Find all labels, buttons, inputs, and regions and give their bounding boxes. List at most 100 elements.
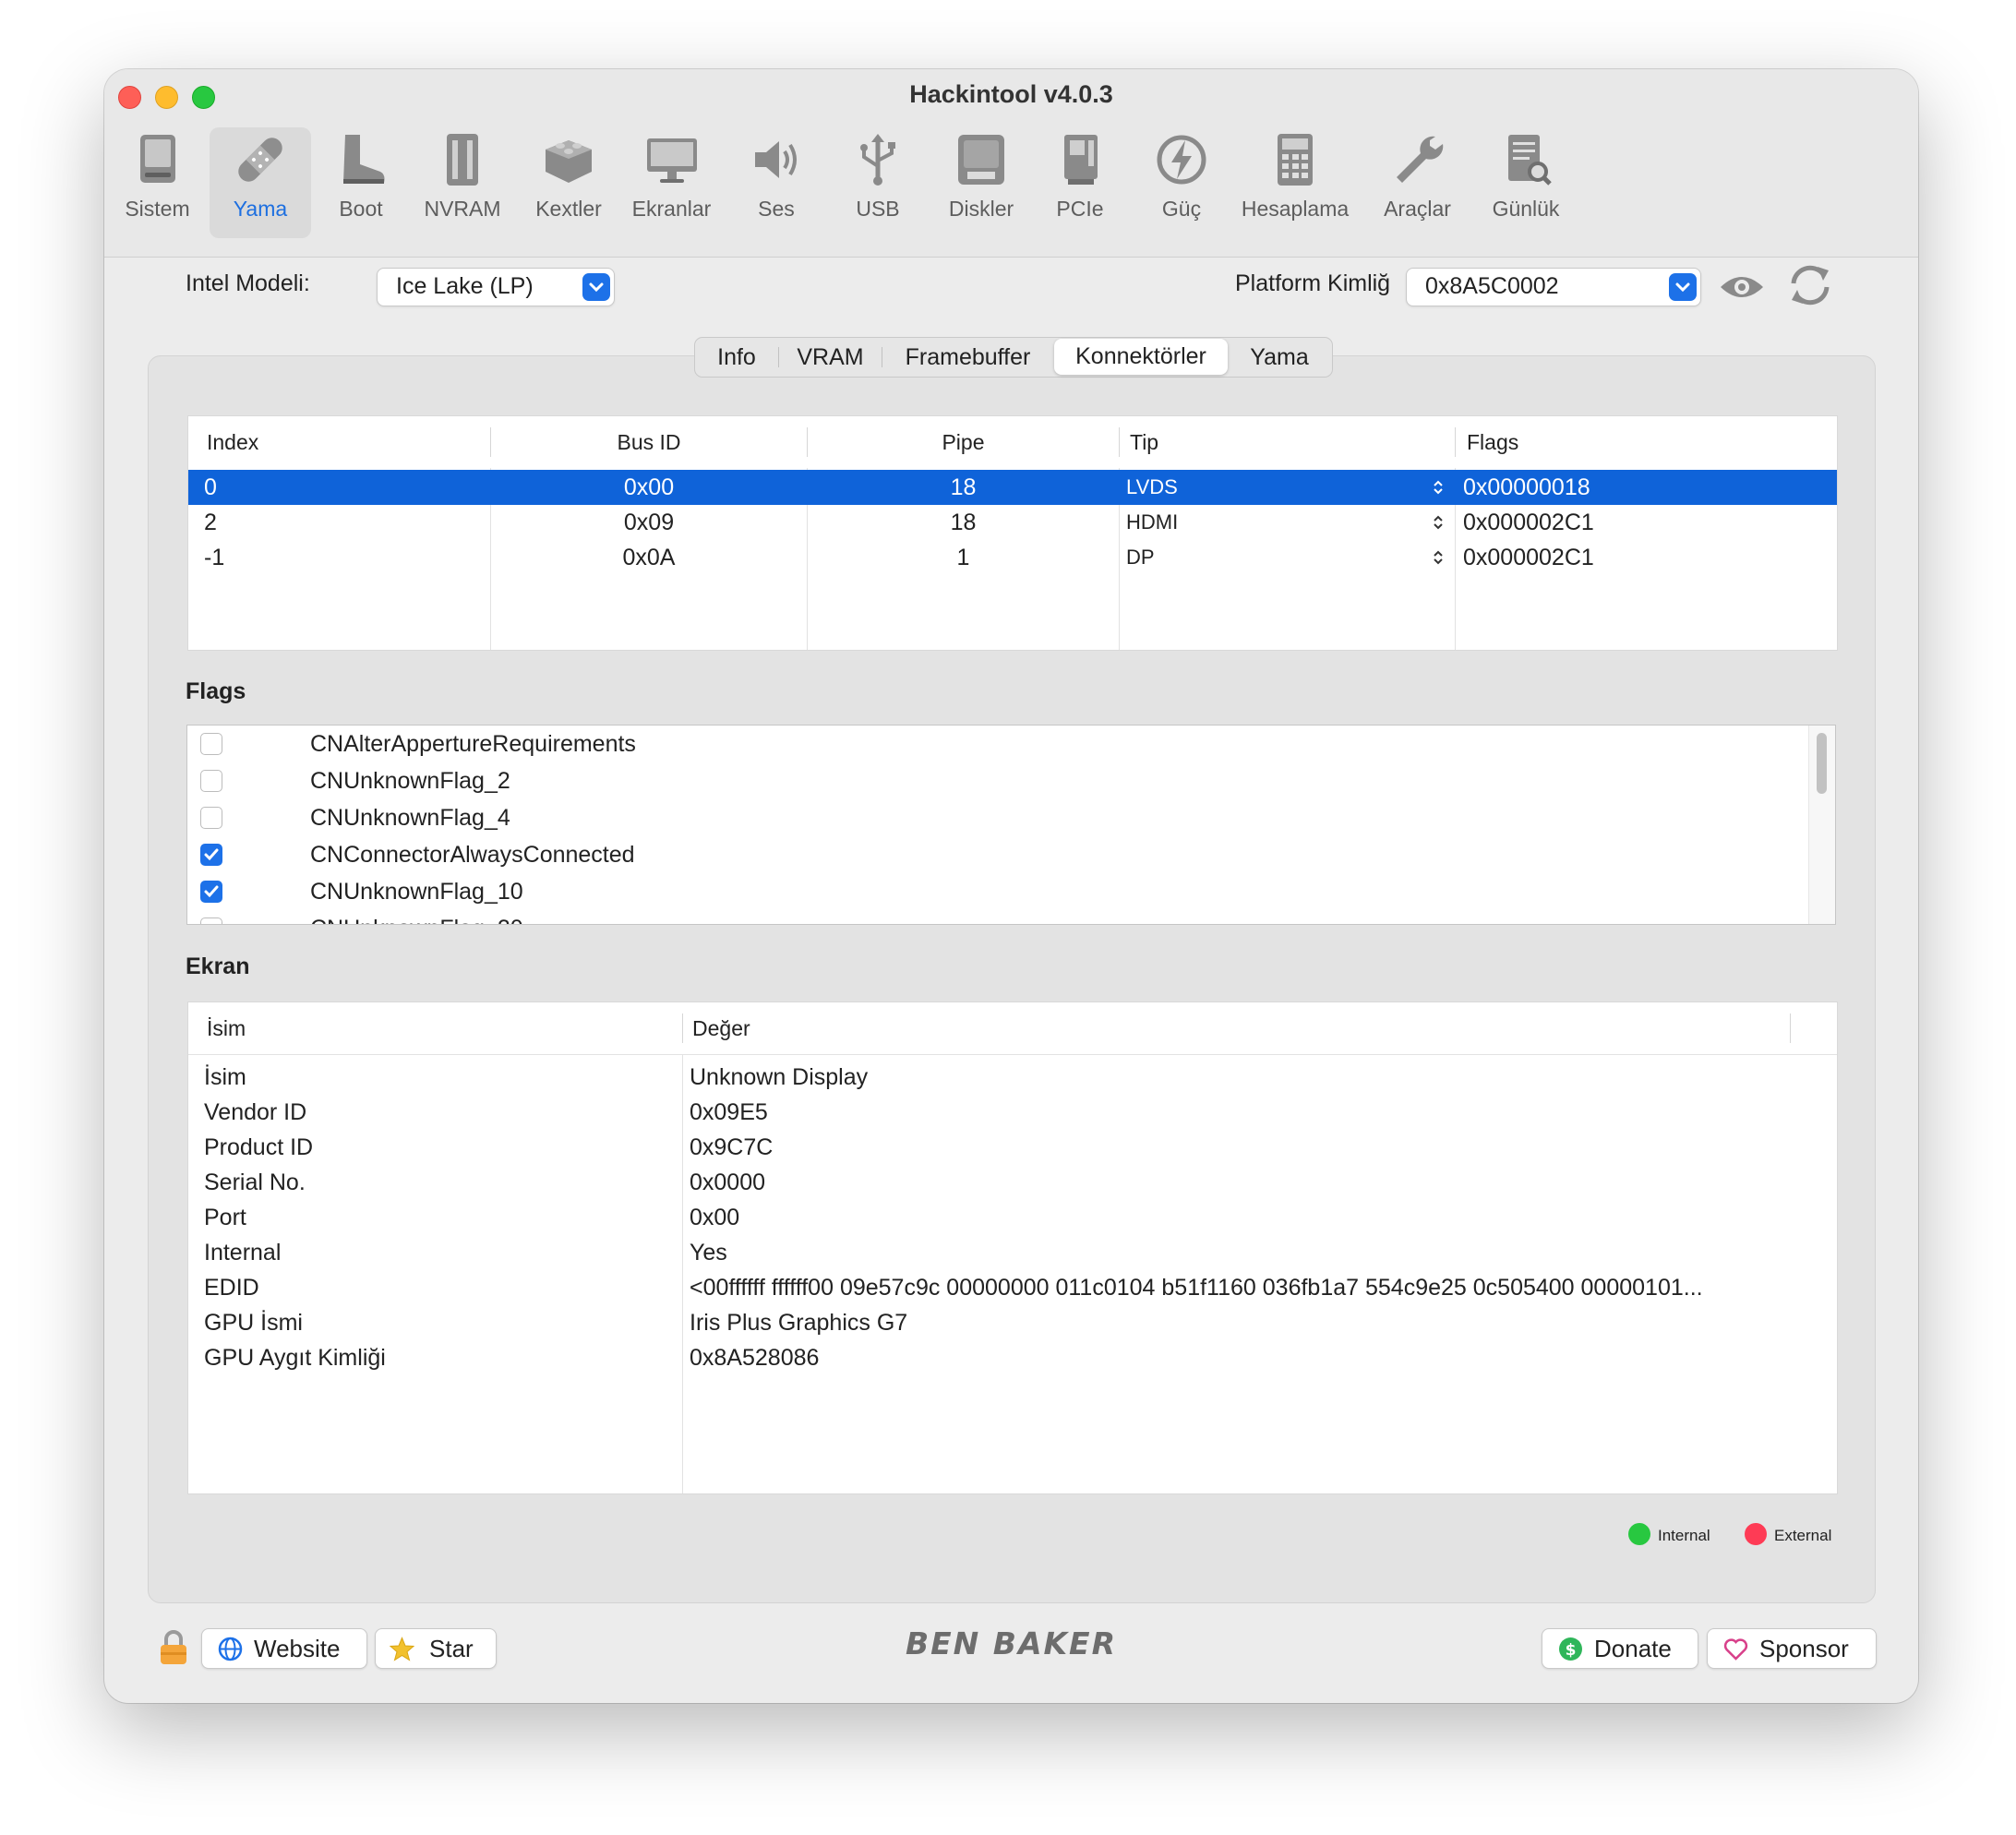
platform-id-select[interactable]: 0x8A5C0002 — [1406, 268, 1701, 306]
usb-icon — [860, 134, 895, 186]
flag-checkbox[interactable] — [200, 918, 222, 924]
column-header-tip[interactable]: Tip — [1130, 416, 1158, 468]
table-row[interactable]: 2 0x09 18 HDMI 0x000002C1 — [188, 505, 1837, 540]
table-row[interactable]: EDID <00ffffff ffffff00 09e57c9c 0000000… — [188, 1270, 1837, 1305]
list-item[interactable]: CNConnectorAlwaysConnected — [187, 836, 1803, 873]
wrench-icon — [1396, 136, 1443, 183]
toolbar-item-usb[interactable]: USB — [832, 127, 924, 238]
intel-model-value: Ice Lake (LP) — [396, 273, 534, 299]
column-header-value[interactable]: Değer — [692, 1002, 750, 1054]
title-bar: Hackintool v4.0.3 Sistem Yama Boot NVRAM… — [104, 69, 1918, 258]
column-header-index[interactable]: Index — [207, 416, 258, 468]
toolbar-item-gunluk[interactable]: Günlük — [1475, 127, 1577, 238]
connector-type-select[interactable]: DP — [1126, 540, 1155, 575]
toolbar: Sistem Yama Boot NVRAM Kextler Ekranlar … — [104, 120, 1918, 249]
toolbar-item-boot[interactable]: Boot — [315, 127, 407, 238]
flag-checkbox[interactable] — [200, 844, 222, 866]
eye-icon[interactable] — [1718, 270, 1766, 304]
toolbar-item-diskler[interactable]: Diskler — [930, 127, 1032, 238]
table-row[interactable]: Product ID 0x9C7C — [188, 1130, 1837, 1165]
table-row[interactable]: İsim Unknown Display — [188, 1060, 1837, 1095]
table-row[interactable]: 0 0x00 18 LVDS 0x00000018 — [188, 470, 1837, 505]
flags-scrollbar[interactable] — [1808, 726, 1835, 924]
column-header-pipe[interactable]: Pipe — [808, 416, 1119, 468]
table-row[interactable]: Internal Yes — [188, 1235, 1837, 1270]
connector-type-select[interactable]: HDMI — [1126, 505, 1178, 540]
tab-yama[interactable]: Yama — [1229, 338, 1330, 377]
connector-type-select[interactable]: LVDS — [1126, 470, 1178, 505]
platform-id-label: Platform Kimliğ — [1235, 270, 1391, 296]
internal-legend-dot — [1628, 1523, 1650, 1545]
sponsor-button[interactable]: Sponsor — [1707, 1628, 1877, 1669]
table-row[interactable]: Vendor ID 0x09E5 — [188, 1095, 1837, 1130]
updown-chevron-icon — [1434, 550, 1443, 565]
bandage-icon — [238, 138, 282, 182]
list-item[interactable]: CNUnknownFlag_10 — [187, 873, 1803, 910]
intel-model-label: Intel Modeli: — [186, 270, 310, 296]
table-row[interactable]: Serial No. 0x0000 — [188, 1165, 1837, 1200]
column-header-flags[interactable]: Flags — [1467, 416, 1518, 468]
window-title: Hackintool v4.0.3 — [909, 80, 1113, 108]
donate-button[interactable]: $ Donate — [1542, 1628, 1698, 1669]
display-section-title: Ekran — [186, 953, 250, 979]
list-item[interactable]: CNAlterAppertureRequirements — [187, 726, 1803, 762]
toolbar-item-ekranlar[interactable]: Ekranlar — [618, 127, 725, 238]
toolbar-item-araclar[interactable]: Araçlar — [1364, 127, 1470, 238]
boot-icon — [343, 135, 385, 184]
tab-konnektorler[interactable]: Konnektörler — [1054, 339, 1228, 375]
power-icon — [1157, 135, 1206, 185]
chevron-down-icon — [1669, 273, 1697, 301]
intel-model-select[interactable]: Ice Lake (LP) — [377, 268, 615, 306]
updown-chevron-icon — [1434, 515, 1443, 530]
toolbar-item-hesaplama[interactable]: Hesaplama — [1235, 127, 1355, 238]
column-header-name[interactable]: İsim — [207, 1002, 246, 1054]
svg-text:$: $ — [1566, 1641, 1577, 1660]
flags-section-title: Flags — [186, 678, 246, 704]
toolbar-item-yama[interactable]: Yama — [210, 127, 311, 238]
display-info-table[interactable]: İsim Değer İsim Unknown Display Vendor I… — [187, 1001, 1838, 1494]
refresh-icon[interactable] — [1786, 261, 1834, 309]
toolbar-item-sistem[interactable]: Sistem — [104, 127, 210, 238]
flags-list[interactable]: CNAlterAppertureRequirements CNUnknownFl… — [186, 725, 1836, 925]
toolbar-item-kextler[interactable]: Kextler — [518, 127, 619, 238]
connectors-table[interactable]: Index Bus ID Pipe Tip Flags 0 0x00 18 LV… — [187, 415, 1838, 651]
table-row[interactable]: GPU Aygıt Kimliği 0x8A528086 — [188, 1340, 1837, 1375]
tab-info[interactable]: Info — [695, 338, 778, 377]
external-legend-dot — [1745, 1523, 1767, 1545]
table-row[interactable]: GPU İsmi Iris Plus Graphics G7 — [188, 1305, 1837, 1340]
toolbar-item-ses[interactable]: Ses — [730, 127, 822, 238]
speaker-icon — [755, 141, 797, 178]
pcie-card-icon — [1064, 135, 1098, 185]
chevron-down-icon — [582, 273, 610, 301]
tab-framebuffer[interactable]: Framebuffer — [882, 338, 1053, 377]
table-row[interactable]: Port 0x00 — [188, 1200, 1837, 1235]
internal-legend-label: Internal — [1658, 1527, 1710, 1544]
system-icon — [139, 135, 175, 183]
toolbar-item-guc[interactable]: Güç — [1135, 127, 1228, 238]
scroll-thumb[interactable] — [1817, 733, 1827, 794]
app-window: Hackintool v4.0.3 Sistem Yama Boot NVRAM… — [104, 69, 1918, 1703]
table-row[interactable]: -1 0x0A 1 DP 0x000002C1 — [188, 540, 1837, 575]
nvram-icon — [447, 134, 478, 186]
flag-checkbox[interactable] — [200, 733, 222, 755]
flag-checkbox[interactable] — [200, 807, 222, 829]
flag-checkbox[interactable] — [200, 770, 222, 792]
heart-icon — [1723, 1638, 1748, 1661]
external-legend-label: External — [1774, 1527, 1832, 1544]
display-icon — [646, 138, 697, 183]
toolbar-item-nvram[interactable]: NVRAM — [416, 127, 509, 238]
list-item[interactable]: CNUnknownFlag_2 — [187, 762, 1803, 799]
toolbar-item-pcie[interactable]: PCIe — [1034, 127, 1126, 238]
dollar-icon: $ — [1559, 1637, 1582, 1661]
column-header-bus-id[interactable]: Bus ID — [491, 416, 807, 468]
flag-checkbox[interactable] — [200, 881, 222, 903]
list-item[interactable]: CNUnknownFlag_20 — [187, 910, 1803, 924]
tab-bar: Info VRAM Framebuffer Konnektörler Yama — [694, 337, 1333, 378]
disk-icon — [958, 135, 1004, 185]
list-item[interactable]: CNUnknownFlag_4 — [187, 799, 1803, 836]
lego-brick-icon — [546, 140, 592, 183]
platform-id-value: 0x8A5C0002 — [1425, 273, 1559, 299]
tab-vram[interactable]: VRAM — [779, 338, 882, 377]
checkmark-icon — [204, 848, 219, 861]
updown-chevron-icon — [1434, 480, 1443, 495]
